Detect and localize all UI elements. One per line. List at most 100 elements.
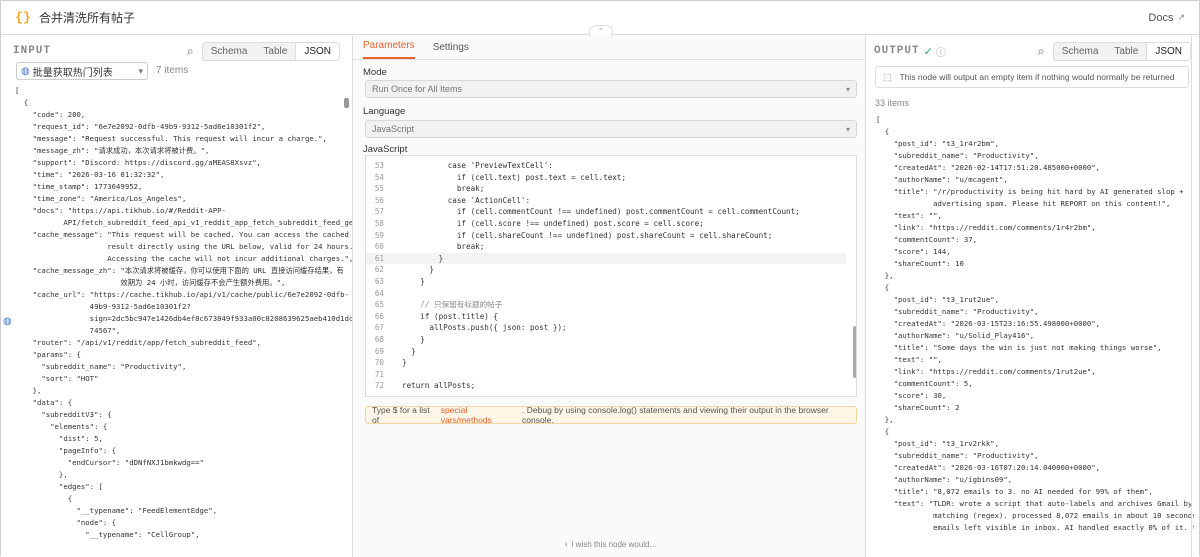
- json-line: "params": {: [15, 350, 81, 359]
- code-text: case 'PreviewTextCell':: [402, 161, 553, 170]
- tab-json[interactable]: JSON: [295, 42, 339, 60]
- checkbox-icon[interactable]: ⬚: [883, 72, 892, 83]
- json-line: "shareCount": 10: [876, 259, 964, 268]
- code-label: JavaScript: [363, 144, 408, 155]
- code-line[interactable]: 55 break;: [366, 183, 846, 195]
- line-number: 55: [374, 184, 384, 194]
- input-scrollbar[interactable]: [344, 98, 349, 108]
- code-line[interactable]: 67 allPosts.push({ json: post });: [366, 322, 846, 334]
- json-line: "title": "Some days the win is just not …: [876, 343, 1162, 352]
- tab-parameters[interactable]: Parameters: [363, 40, 415, 59]
- chevron-down-icon: ▾: [138, 65, 143, 76]
- tab-table[interactable]: Table: [255, 43, 295, 60]
- json-line: Accessing the cache will not incur addit…: [15, 254, 353, 263]
- line-number: 54: [374, 172, 384, 182]
- empty-output-notice[interactable]: ⬚ This node will output an empty item if…: [875, 66, 1189, 88]
- code-line[interactable]: 69 }: [366, 346, 846, 358]
- language-label: Language: [363, 106, 406, 117]
- tab-json[interactable]: JSON: [1146, 42, 1190, 60]
- code-line[interactable]: 64: [366, 288, 846, 300]
- code-line[interactable]: 54 if (cell.text) post.text = cell.text;: [366, 172, 846, 184]
- input-json-view[interactable]: [ { "code": 200, "request_id": "6e7e2092…: [15, 85, 353, 541]
- code-line[interactable]: 68 }: [366, 334, 846, 346]
- mode-select[interactable]: Run Once for All Items ▾: [365, 80, 857, 98]
- code-line[interactable]: 53 case 'PreviewTextCell':: [366, 160, 846, 172]
- code-line[interactable]: 71: [366, 369, 846, 381]
- code-text: }: [402, 335, 425, 344]
- code-text: }: [402, 346, 416, 356]
- json-line: "shareCount": 2: [876, 403, 960, 412]
- code-line[interactable]: 60 break;: [366, 241, 846, 253]
- json-line: "time": "2026-03-16 01:32:32",: [15, 170, 165, 179]
- code-text: if (cell.commentCount !== undefined) pos…: [402, 207, 800, 217]
- json-line: "time_stamp": 1773649952,: [15, 182, 143, 191]
- json-line: "subreddit_name": "Productivity",: [15, 362, 187, 371]
- code-line[interactable]: 70}: [366, 357, 846, 369]
- code-line[interactable]: 66 if (post.title) {: [366, 311, 846, 323]
- input-node-select[interactable]: ◍ 批量获取热门列表 ▾: [16, 62, 148, 80]
- json-line: "message": "Request successful. This req…: [15, 134, 327, 143]
- globe-side-icon[interactable]: ◍: [3, 316, 15, 328]
- json-line: "time_zone": "America/Los_Angeles",: [15, 194, 187, 203]
- line-number: 66: [374, 311, 384, 321]
- json-line: "support": "Discord: https://discord.gg/…: [15, 158, 262, 167]
- output-view-tabs: Schema Table JSON: [1052, 41, 1191, 61]
- json-line: "cache_message_zh": "本次请求将被缓存，你可以使用下面的 U…: [15, 266, 344, 275]
- feedback-link[interactable]: ♀ I wish this node would...: [563, 540, 656, 549]
- json-line: "title": "/r/productivity is being hit h…: [876, 187, 1184, 196]
- code-scrollbar[interactable]: [853, 326, 856, 378]
- json-line: "subreddit_name": "Productivity",: [876, 151, 1039, 160]
- line-number: 71: [374, 369, 384, 379]
- code-text: case 'ActionCell':: [402, 195, 531, 205]
- special-vars-link[interactable]: special vars/methods: [441, 405, 519, 425]
- code-line[interactable]: 56 case 'ActionCell':: [366, 195, 846, 207]
- output-scrollbar[interactable]: [1191, 36, 1192, 557]
- code-text: if (cell.text) post.text = cell.text;: [402, 172, 627, 182]
- json-line: "text": "TLDR: wrote a script that auto-…: [876, 499, 1194, 508]
- tab-schema[interactable]: Schema: [1054, 43, 1107, 60]
- line-number: 70: [374, 358, 384, 368]
- docs-link[interactable]: Docs ↗: [1148, 12, 1185, 24]
- code-node-icon: {}: [15, 10, 31, 25]
- json-line: "createdAt": "2026-03-15T23:16:55.498000…: [876, 319, 1101, 328]
- json-line: "createdAt": "2026-03-16T07:20:14.040000…: [876, 463, 1101, 472]
- info-icon[interactable]: ⓘ: [936, 44, 946, 59]
- json-line: [: [876, 115, 881, 124]
- output-json-view[interactable]: [ { "post_id": "t3_1r4r2bm", "subreddit_…: [876, 114, 1194, 534]
- code-editor[interactable]: 53 case 'PreviewTextCell': 54 if (cell.te…: [365, 155, 857, 397]
- code-text: }: [402, 358, 407, 368]
- tab-table[interactable]: Table: [1106, 43, 1146, 60]
- code-line[interactable]: 65 // 只保留有标题的帖子: [366, 299, 846, 311]
- json-line: "message_zh": "请求成功，本次请求将被计费。",: [15, 146, 210, 155]
- code-line[interactable]: 72 return allPosts;: [366, 380, 846, 392]
- code-line[interactable]: 62 }: [366, 264, 846, 276]
- line-number: 68: [374, 335, 384, 344]
- code-line[interactable]: 63 }: [366, 276, 846, 288]
- json-line: API/fetch_subreddit_feed_api_v1_reddit_a…: [15, 218, 353, 227]
- json-line: result directly using the URL below, val…: [15, 242, 353, 251]
- code-line[interactable]: 57 if (cell.commentCount !== undefined) …: [366, 206, 846, 218]
- json-line: "link": "https://reddit.com/comments/1ru…: [876, 367, 1096, 376]
- app-window: {} 合并清洗所有帖子 ⌃ Docs ↗ INPUT ⌕ Schema Tabl…: [0, 0, 1200, 557]
- json-line: "authorName": "u/Solid_Play416",: [876, 331, 1035, 340]
- json-line: "router": "/api/v1/reddit/app/fetch_subr…: [15, 338, 262, 347]
- node-title[interactable]: 合并清洗所有帖子: [39, 9, 135, 26]
- search-icon[interactable]: ⌕: [187, 44, 194, 59]
- tab-settings[interactable]: Settings: [433, 42, 469, 59]
- input-items-count: 7 items: [156, 65, 189, 76]
- json-line: "pageInfo": {: [15, 446, 117, 455]
- search-icon[interactable]: ⌕: [1038, 44, 1045, 59]
- code-line[interactable]: 58 if (cell.score !== undefined) post.sc…: [366, 218, 846, 230]
- code-line[interactable]: 59 if (cell.shareCount !== undefined) po…: [366, 230, 846, 242]
- language-select[interactable]: JavaScript ▾: [365, 120, 857, 138]
- tab-schema[interactable]: Schema: [203, 43, 256, 60]
- code-text: if (cell.shareCount !== undefined) post.…: [402, 230, 773, 240]
- code-text: break;: [402, 184, 485, 194]
- json-line: "edges": [: [15, 482, 103, 491]
- language-select-value: JavaScript: [372, 124, 415, 134]
- json-line: "commentCount": 5,: [876, 379, 973, 388]
- code-line[interactable]: 61 }: [366, 252, 846, 265]
- json-line: sign=2dc5bc947e1426db4ef8c673049f933a00c…: [15, 314, 353, 323]
- title-bar: {} 合并清洗所有帖子 ⌃ Docs ↗: [1, 1, 1199, 39]
- json-line: 49b9-9312-5ad6e10301f2?: [15, 302, 191, 311]
